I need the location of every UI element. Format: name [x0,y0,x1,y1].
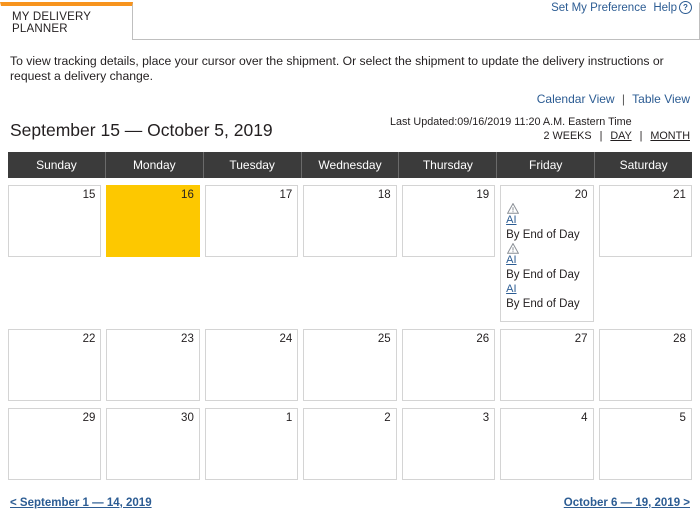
help-link[interactable]: Help [653,2,677,14]
instruction-text: To view tracking details, place your cur… [10,54,664,83]
weekday-sunday: Sunday [8,152,106,179]
span-two-weeks-current: 2 WEEKS [543,130,592,143]
day-number: 1 [285,412,293,425]
span-sep-2: | [639,130,643,143]
day-cell[interactable]: 27 [500,329,594,402]
shipment-item[interactable]: AI By End of Day [506,243,587,282]
day-cell[interactable]: 15 [8,185,102,258]
weekday-tuesday: Tuesday [204,152,302,179]
day-cell[interactable]: 18 [303,185,397,258]
span-switcher: 2 WEEKS | DAY | MONTH [390,130,690,142]
calendar-weekday-header: Sunday Monday Tuesday Wednesday Thursday… [8,152,692,179]
day-cell[interactable]: 25 [303,329,397,402]
warning-triangle-icon [507,243,520,254]
day-number: 26 [476,333,490,346]
day-cell[interactable]: 19 [401,185,496,258]
day-number: 2 [384,412,391,425]
help-link-wrap[interactable]: Help ? [653,1,692,14]
day-number: 5 [679,412,686,425]
span-sep-1: | [599,130,603,143]
next-period-link[interactable]: October 6 — 19, 2019 > [564,497,690,509]
tab-bar: MY DELIVERY PLANNER Set My Preference He… [0,0,700,40]
day-cell-today[interactable]: 16 [106,185,200,258]
day-cell[interactable]: 1 [204,408,299,481]
day-number: 19 [476,189,490,202]
day-number: 15 [82,189,96,202]
day-number: 25 [377,333,391,346]
weekday-saturday: Saturday [619,158,668,173]
weekday-friday: Friday [497,152,596,179]
day-number: 3 [482,412,490,425]
page-title: September 15 — October 5, 2019 [10,120,273,141]
view-links-divider: | [621,92,626,107]
top-utility-links: Set My Preference Help ? [551,1,692,14]
day-number: 28 [673,333,686,346]
calendar-week-row: 29 30 1 2 3 4 5 [8,408,692,481]
day-number: 16 [181,189,194,202]
calendar-week-row: 22 23 24 25 26 27 28 [8,329,692,402]
weekday-monday: Monday [106,152,204,179]
day-cell[interactable]: 26 [401,329,496,402]
weekday-wednesday: Wednesday [302,152,400,179]
title-meta: Last Updated:09/16/2019 11:20 A.M. Easte… [390,116,690,143]
day-number: 24 [279,333,293,346]
day-cell[interactable]: 17 [204,185,299,258]
day-cell[interactable]: 5 [598,408,692,481]
day-number: 27 [574,333,588,346]
title-row: September 15 — October 5, 2019 Last Upda… [0,106,700,143]
warning-triangle-icon [507,203,520,215]
tab-my-delivery-planner[interactable]: MY DELIVERY PLANNER [0,2,133,40]
day-number: 23 [181,333,194,346]
day-number: 17 [279,189,293,202]
day-cell-with-shipments[interactable]: 20 AI By End of Day AI By End of Day AI … [500,185,594,323]
view-mode-links: Calendar View | Table View [0,83,700,106]
table-view-link[interactable]: Table View [632,92,690,106]
calendar-pagination: < September 1 — 14, 2019 October 6 — 19,… [0,497,700,509]
span-month-link[interactable]: MONTH [650,130,690,142]
day-cell[interactable]: 24 [204,329,299,402]
day-cell[interactable]: 3 [401,408,496,481]
shipment-delivery-window: By End of Day [506,268,580,281]
set-my-preference-link[interactable]: Set My Preference [551,2,646,14]
day-cell[interactable]: 23 [106,329,200,402]
question-circle-icon: ? [679,1,692,14]
day-number: 18 [377,189,391,202]
day-number: 21 [673,189,686,202]
day-cell[interactable]: 4 [500,408,594,481]
day-cell[interactable]: 21 [598,185,692,258]
shipment-link[interactable]: AI [506,254,587,268]
day-cell[interactable]: 2 [303,408,397,481]
shipment-list: AI By End of Day AI By End of Day AI By … [506,203,587,310]
shipment-item[interactable]: AI By End of Day [506,203,587,242]
calendar-view-link[interactable]: Calendar View [537,92,615,106]
weekday-thursday: Thursday [399,152,498,179]
day-number: 4 [581,412,588,425]
previous-period-link[interactable]: < September 1 — 14, 2019 [10,497,152,509]
shipment-link[interactable]: AI [506,283,587,297]
span-day-link[interactable]: DAY [610,130,631,142]
day-number: 30 [181,412,194,425]
calendar: Sunday Monday Tuesday Wednesday Thursday… [8,152,692,481]
day-cell[interactable]: 22 [8,329,102,402]
shipment-item[interactable]: AI By End of Day [506,283,587,311]
day-cell[interactable]: 29 [8,408,102,481]
shipment-link[interactable]: AI [506,214,587,228]
shipment-delivery-window: By End of Day [506,229,580,242]
day-number: 29 [82,412,96,425]
shipment-delivery-window: By End of Day [506,297,580,310]
tab-label: MY DELIVERY PLANNER [12,11,91,35]
day-cell[interactable]: 28 [598,329,692,402]
last-updated-text: Last Updated:09/16/2019 11:20 A.M. Easte… [390,116,632,129]
day-cell[interactable]: 30 [106,408,200,481]
day-number: 22 [82,333,96,346]
day-number: 20 [574,189,588,202]
calendar-week-row: 15 16 17 18 19 20 AI By End of Day AI By… [8,185,692,323]
